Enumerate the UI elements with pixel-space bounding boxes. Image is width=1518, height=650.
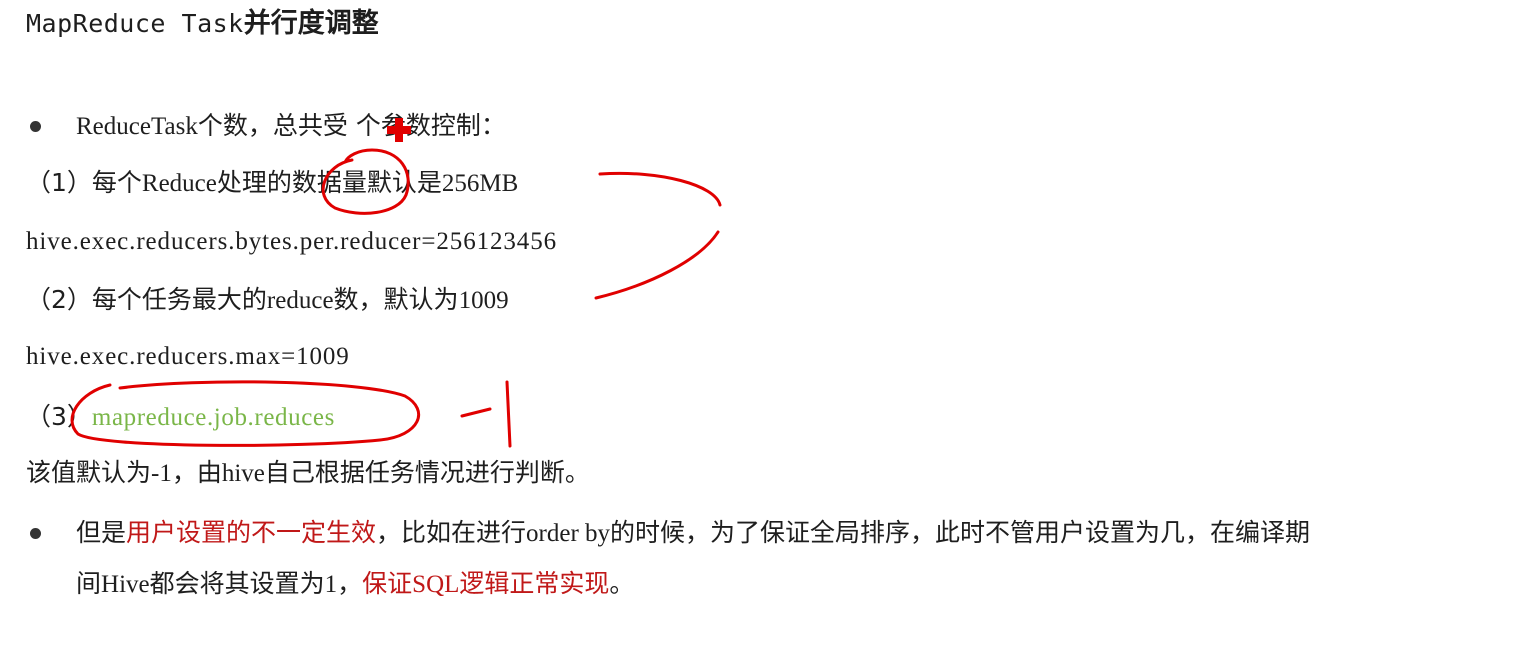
dash-mark <box>460 407 492 418</box>
item2-prefix: （2）每个任务最大的 <box>26 285 267 314</box>
note-text-c: 自己根据任务情况进行判断。 <box>264 458 590 487</box>
b2-text-f: ， <box>337 569 363 598</box>
b2-emphasis-c: 逻辑正常实现 <box>459 569 610 598</box>
page-title: MapReduce Task并行度调整 <box>26 8 379 40</box>
b2-text-a: 但是 <box>76 518 127 547</box>
reducetask-term: ReduceTask <box>76 113 198 140</box>
bullet-dot <box>30 121 41 132</box>
bullet-user-setting-line2: 间Hive都会将其设置为1，保证SQL逻辑正常实现。 <box>76 568 634 601</box>
note-hive: hive <box>221 460 265 487</box>
handwritten-annotations <box>70 118 722 448</box>
note-text-b: ，由 <box>171 458 222 487</box>
default-note: 该值默认为-1，由hive自己根据任务情况进行判断。 <box>26 457 590 490</box>
item-1: （1）每个Reduce处理的数据量默认是256MB <box>26 167 518 200</box>
b2-text-d: 间 <box>76 569 102 598</box>
bullet-dot <box>30 528 41 539</box>
item1-reduce: Reduce <box>141 170 217 197</box>
title-latin: MapReduce Task <box>26 9 244 38</box>
item2-text: 数，默认为 <box>333 285 459 314</box>
b2-one: 1 <box>324 571 338 598</box>
note-text-a: 该值默认为 <box>26 458 152 487</box>
item1-text: 处理的数据量默认是 <box>216 168 442 197</box>
b2-text-g: 。 <box>609 569 635 598</box>
bullet-user-setting-line1: 但是用户设置的不一定生效，比如在进行order by的时候，为了保证全局排序，此… <box>76 517 1310 550</box>
item2-value: 1009 <box>458 287 509 314</box>
config-reducers-max: hive.exec.reducers.max=1009 <box>26 343 350 370</box>
note-value: -1 <box>151 460 172 487</box>
b2-text-c: 的时候，为了保证全局排序，此时不管用户设置为几，在编译期 <box>610 518 1311 547</box>
item-3: （3）mapreduce.job.reduces <box>26 401 335 434</box>
config-bytes-per-reducer: hive.exec.reducers.bytes.per.reducer=256… <box>26 228 557 255</box>
b2-emphasis-a: 用户设置的不一定生效 <box>126 518 377 547</box>
b2-order-by: order by <box>526 520 611 547</box>
b2-hive: Hive <box>101 571 150 598</box>
b2-emphasis-b: 保证 <box>362 569 413 598</box>
item1-prefix: （1）每个 <box>26 168 142 197</box>
title-chinese: 并行度调整 <box>243 8 379 39</box>
item3-config-key: mapreduce.job.reduces <box>91 404 335 431</box>
b2-text-b: ，比如在进行 <box>376 518 527 547</box>
b2-sql: SQL <box>412 571 460 598</box>
item2-reduce: reduce <box>266 287 334 314</box>
bullet-reducetask-count: ReduceTask个数，总共受 个参数控制： <box>76 110 506 143</box>
bracket-curve <box>594 171 722 300</box>
item3-prefix: （3） <box>26 402 92 431</box>
vertical-bar-mark <box>505 380 512 448</box>
b2-text-e: 都会将其设置为 <box>149 569 325 598</box>
item1-value: 256MB <box>441 170 519 197</box>
bullet1-text-b: 个参数控制： <box>355 111 506 140</box>
item-2: （2）每个任务最大的reduce数，默认为1009 <box>26 284 509 317</box>
bullet1-text-a: 个数，总共受 <box>197 111 348 140</box>
